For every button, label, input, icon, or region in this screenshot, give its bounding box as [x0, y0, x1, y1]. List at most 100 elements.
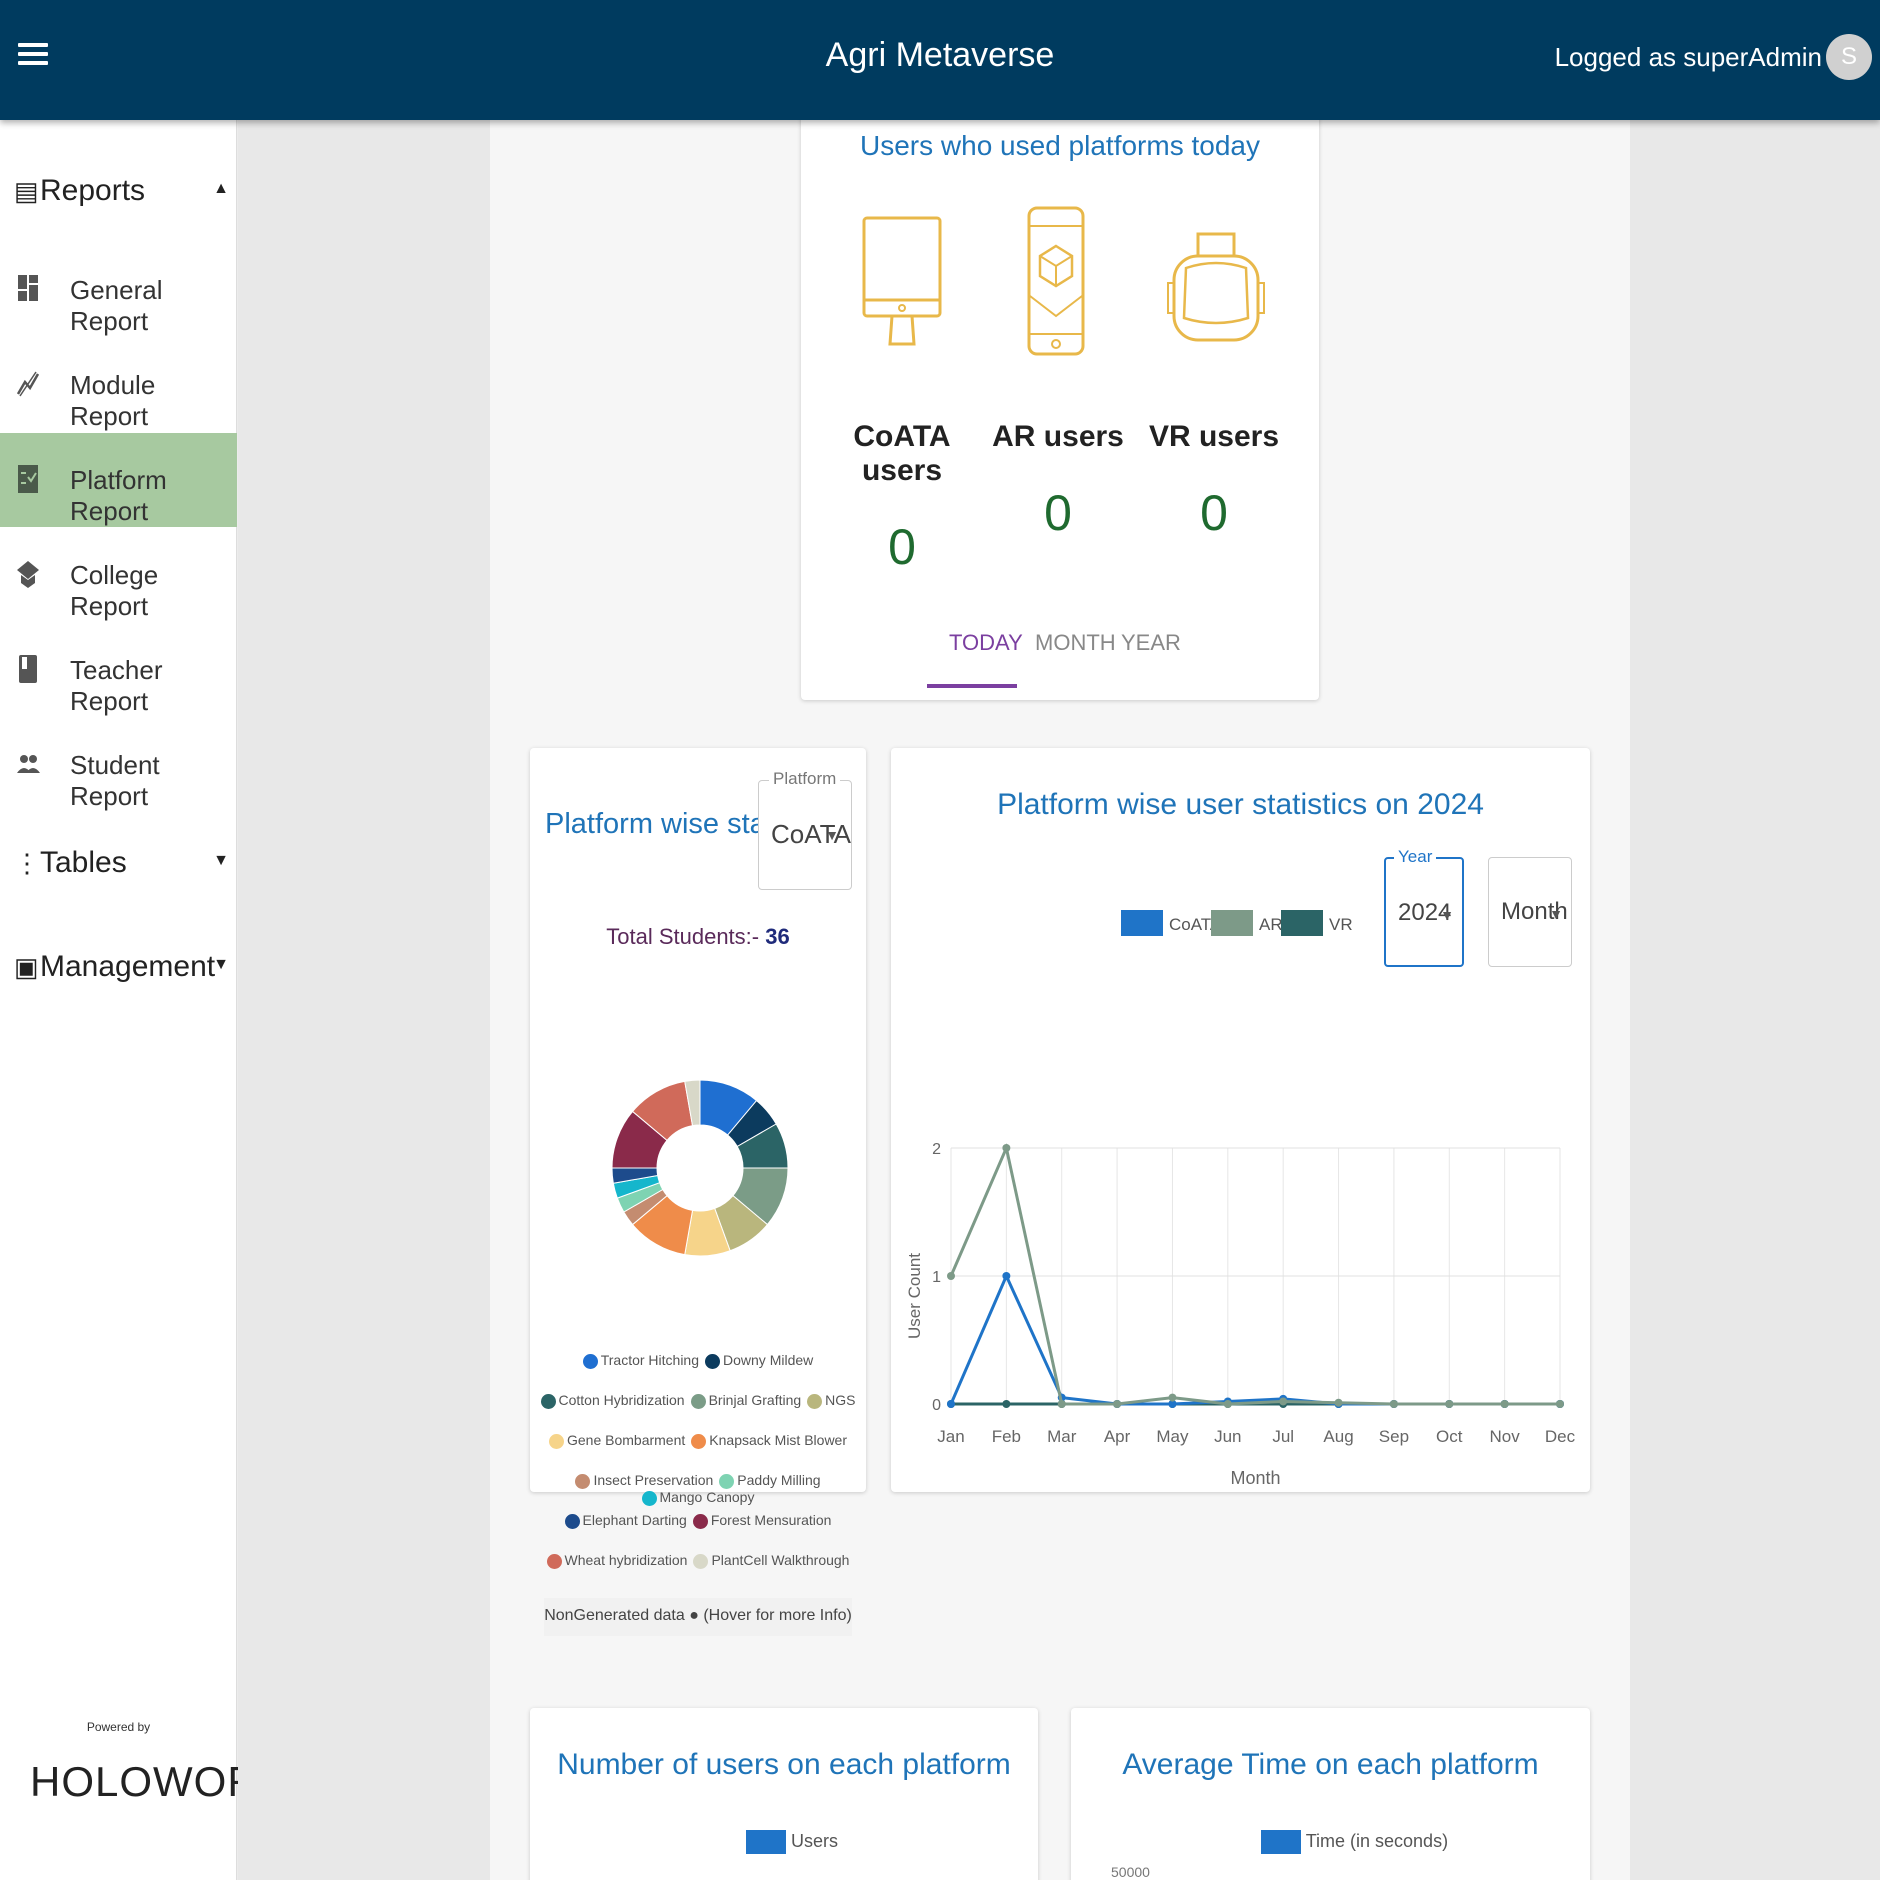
data-point-ar[interactable] [1389, 1400, 1398, 1408]
school-icon [17, 561, 39, 588]
legend-item[interactable]: Forest Mensuration [692, 1512, 832, 1529]
legend-dot [807, 1393, 823, 1409]
legend-label: NGS [825, 1392, 856, 1408]
y-tick-label: 1 [932, 1269, 941, 1286]
coata-users-stat: CoATA users 0 [832, 420, 972, 576]
legend-item[interactable]: Paddy Milling [719, 1472, 821, 1489]
sidebar-item-student-report[interactable]: Student Report [0, 718, 237, 812]
legend-item[interactable]: Brinjal Grafting [690, 1392, 801, 1409]
tab-today[interactable]: TODAY [949, 630, 1023, 656]
legend-label: Users [791, 1830, 839, 1851]
legend-row: Gene Bombarment Knapsack Mist Blower [530, 1432, 866, 1449]
data-point-ar[interactable] [1556, 1400, 1564, 1408]
legend-item[interactable]: Wheat hybridization [546, 1552, 687, 1569]
data-point-ar[interactable] [1279, 1397, 1288, 1406]
legend-row: Elephant Darting Forest Mensuration [530, 1512, 866, 1529]
legend-item[interactable]: Insect Preservation [575, 1472, 714, 1489]
legend-dot [575, 1473, 591, 1489]
data-point-vr[interactable] [1002, 1400, 1011, 1408]
x-tick-label: Aug [1323, 1427, 1353, 1446]
data-point-coata[interactable] [947, 1400, 955, 1408]
x-axis-label: Month [1230, 1468, 1280, 1488]
legend-row: Insect Preservation Paddy MillingMango Ca… [530, 1472, 866, 1506]
data-point-ar[interactable] [1168, 1393, 1177, 1402]
sidebar-item-module-report[interactable]: Module Report [0, 338, 237, 432]
series-line-coata [949, 1272, 1560, 1406]
sidebar-item-label: General Report [70, 275, 163, 336]
legend-swatch-ar[interactable] [1211, 910, 1253, 936]
donut-legend: Tractor Hitching Downy Mildew Cotton Hybri… [530, 1352, 866, 1569]
data-point-ar[interactable] [1223, 1400, 1232, 1408]
nongenerated-label: NonGenerated data [544, 1607, 685, 1624]
legend-swatch-coata[interactable] [1121, 910, 1163, 936]
legend-dot [692, 1513, 708, 1529]
legend-label-ar: AR [1259, 915, 1283, 934]
platform-count: 0 [1044, 485, 1072, 541]
avatar[interactable]: S [1826, 34, 1872, 80]
x-tick-label: Feb [992, 1427, 1021, 1446]
legend-item[interactable]: NGS [807, 1392, 856, 1409]
platform-count: 0 [1200, 485, 1228, 541]
sidebar: ▤ Reports ▲ General Report Module Report… [0, 120, 313, 1880]
data-point-ar[interactable] [947, 1272, 955, 1280]
sidebar-item-teacher-report[interactable]: Teacher Report [0, 623, 237, 717]
legend-label: Insect Preservation [593, 1472, 714, 1488]
tab-year[interactable]: YEAR [1121, 630, 1181, 656]
time-legend: Time (in seconds) [1261, 1830, 1448, 1854]
total-students-label: Total Students:- [606, 924, 760, 949]
data-point-ar[interactable] [1500, 1400, 1509, 1408]
module-donut-chart [611, 1079, 789, 1257]
legend-label: PlantCell Walkthrough [711, 1552, 850, 1568]
nongenerated-data-hint[interactable]: NonGenerated data ● (Hover for more Info… [544, 1598, 852, 1634]
tables-section-toggle[interactable]: ⋮ Tables ▼ [0, 834, 237, 894]
legend-swatch [1261, 1830, 1301, 1854]
users-legend: Users [746, 1830, 838, 1854]
platform-select[interactable]: Platform CoATA ▼ [758, 769, 852, 890]
legend-dot [564, 1513, 580, 1529]
reports-section-toggle[interactable]: ▤ Reports ▲ [0, 162, 237, 222]
sidebar-item-label: Student Report [70, 750, 160, 811]
legend-item[interactable]: Knapsack Mist Blower [691, 1432, 847, 1449]
x-tick-label: Sep [1379, 1427, 1409, 1446]
legend-swatch-vr[interactable] [1281, 910, 1323, 936]
legend-dot [548, 1433, 564, 1449]
data-point-ar[interactable] [1113, 1400, 1122, 1408]
dropdown-arrow-icon: ▼ [825, 827, 839, 843]
sidebar-item-platform-report[interactable]: Platform Report [0, 433, 237, 527]
sidebar-item-college-report[interactable]: College Report [0, 528, 237, 622]
caret-up-icon: ▲ [213, 180, 229, 197]
legend-label: Mango Canopy [659, 1488, 755, 1505]
legend-dot [705, 1353, 721, 1369]
legend-item[interactable]: Elephant Darting [564, 1512, 687, 1529]
management-section-toggle[interactable]: ▣ Management ▼ [0, 938, 237, 998]
platform-name: CoATA users [853, 420, 951, 487]
ar-phone-icon [1027, 206, 1085, 356]
y-tick-label: 50000 [1111, 1864, 1150, 1880]
legend-item[interactable]: Tractor Hitching [582, 1352, 699, 1369]
legend-label-vr: VR [1329, 915, 1353, 934]
management-label: Management [40, 950, 216, 983]
data-point-ar[interactable] [1334, 1398, 1343, 1407]
x-tick-label: Mar [1047, 1427, 1077, 1446]
legend-label: Knapsack Mist Blower [709, 1432, 847, 1448]
tab-month[interactable]: MONTH [1035, 630, 1116, 656]
legend-item[interactable]: Cotton Hybridization [540, 1392, 685, 1409]
legend-dot [546, 1553, 562, 1569]
background-right [1630, 120, 1880, 1880]
legend-item[interactable]: Downy Mildew [705, 1352, 813, 1369]
data-point-coata[interactable] [1002, 1272, 1011, 1280]
legend-item[interactable]: Gene Bombarment [548, 1432, 685, 1449]
sidebar-item-general-report[interactable]: General Report [0, 243, 237, 337]
sidebar-item-label: Module Report [70, 370, 156, 431]
data-point-ar[interactable] [1057, 1400, 1066, 1408]
data-point-ar[interactable] [1002, 1144, 1011, 1152]
report-icon: ▤ [14, 176, 39, 206]
platform-line-chart: 0 1 2 Jan Feb Mar Apr May Jun Jul Aug Sep Oct Nov Dec M… [905, 910, 1576, 1488]
legend-item[interactable]: PlantCell Walkthrough [693, 1552, 850, 1569]
data-point-ar[interactable] [1445, 1400, 1454, 1408]
x-tick-label: Jul [1272, 1427, 1294, 1446]
legend-label: Forest Mensuration [710, 1512, 832, 1528]
y-tick-label: 2 [932, 1141, 941, 1158]
legend-item[interactable]: Mango Canopy [641, 1488, 755, 1506]
caret-down-icon: ▼ [213, 956, 229, 973]
